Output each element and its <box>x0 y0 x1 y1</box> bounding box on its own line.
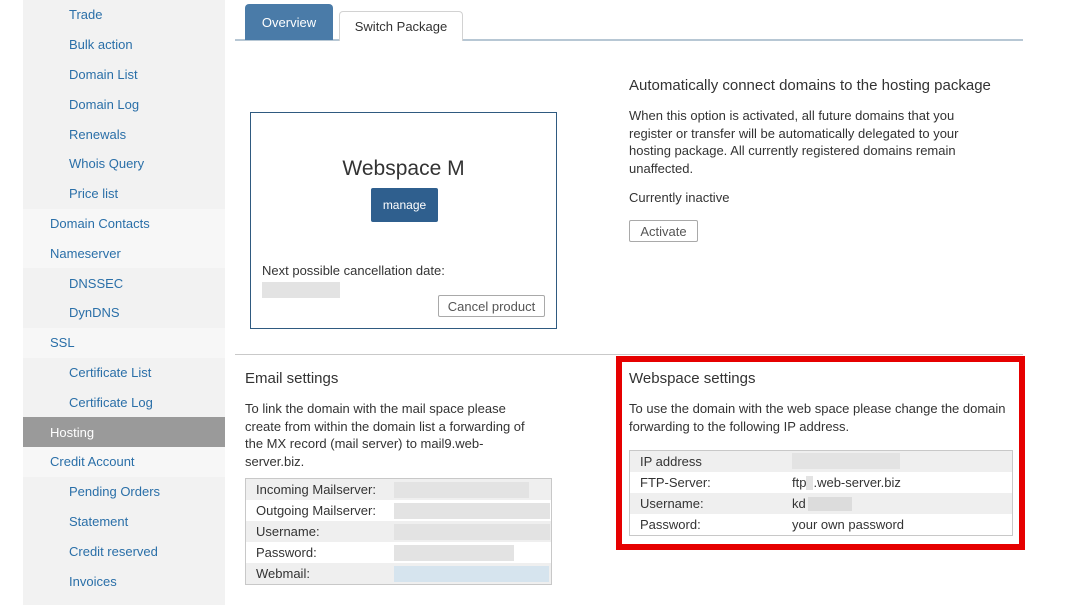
table-row: Password: <box>246 542 551 563</box>
sidebar-item-invoices[interactable]: Invoices <box>23 566 225 596</box>
package-card: Webspace M manage Next possible cancella… <box>250 112 557 329</box>
text-line: the MX record (mail server) to mail9.web… <box>245 436 484 451</box>
redacted-webmail-link <box>394 566 549 582</box>
sidebar-item-ssl[interactable]: SSL <box>23 327 225 358</box>
redacted-cancellation-date <box>262 282 340 298</box>
tab-switch-package[interactable]: Switch Package <box>339 11 463 41</box>
sidebar-item-pending-orders[interactable]: Pending Orders <box>23 476 225 507</box>
email-settings-description: To link the domain with the mail space p… <box>245 400 575 470</box>
sidebar-item-dyndns[interactable]: DynDNS <box>23 297 225 328</box>
sidebar-item-whois-query[interactable]: Whois Query <box>23 148 225 179</box>
sidebar-item-credit-reserved[interactable]: Credit reserved <box>23 536 225 567</box>
auto-connect-title: Automatically connect domains to the hos… <box>629 77 991 94</box>
text-line: create from within the domain list a for… <box>245 418 525 434</box>
redacted-value <box>394 503 550 519</box>
webmail-label: Webmail: <box>256 566 310 581</box>
text-line: server.biz. <box>245 453 305 469</box>
table-row: Incoming Mailserver: <box>246 479 551 500</box>
table-row: Username: <box>246 521 551 542</box>
sidebar-item-certificate-log[interactable]: Certificate Log <box>23 387 225 418</box>
sidebar-item-domain-log[interactable]: Domain Log <box>23 89 225 120</box>
sidebar-item-dnssec[interactable]: DNSSEC <box>23 268 225 298</box>
highlight-box <box>616 356 1025 550</box>
sidebar-item-domain-contacts[interactable]: Domain Contacts <box>23 208 225 239</box>
sidebar-item-nameserver[interactable]: Nameserver <box>23 238 225 269</box>
email-username-label: Username: <box>256 524 320 539</box>
section-divider <box>235 354 1023 355</box>
auto-connect-description: When this option is activated, all futur… <box>629 107 1019 177</box>
manage-button[interactable]: manage <box>371 188 438 222</box>
cancellation-date-label: Next possible cancellation date: <box>262 263 445 278</box>
text-line: unaffected. <box>629 160 694 176</box>
table-row: Webmail: <box>246 563 551 584</box>
email-password-label: Password: <box>256 545 317 560</box>
text-line: To link the domain with the mail space p… <box>245 401 506 416</box>
cancel-product-button[interactable]: Cancel product <box>438 295 545 317</box>
email-settings-table: Incoming Mailserver: Outgoing Mailserver… <box>245 478 552 585</box>
incoming-mailserver-label: Incoming Mailserver: <box>256 482 376 497</box>
sidebar-item-bulk-action[interactable]: Bulk action <box>23 29 225 60</box>
table-row: Outgoing Mailserver: <box>246 500 551 521</box>
tab-bar: Overview Switch Package <box>235 4 1023 41</box>
redacted-value <box>394 545 514 561</box>
auto-connect-status: Currently inactive <box>629 190 730 205</box>
tab-overview[interactable]: Overview <box>245 4 333 40</box>
sidebar-nav: Trade Bulk action Domain List Domain Log Ren… <box>23 0 225 605</box>
text-line: register or transfer will be automatical… <box>629 125 959 141</box>
outgoing-mailserver-label: Outgoing Mailserver: <box>256 503 376 518</box>
package-name: Webspace M <box>342 157 465 180</box>
text-line: When this option is activated, all futur… <box>629 108 955 123</box>
sidebar-item-certificate-list[interactable]: Certificate List <box>23 357 225 388</box>
text-line: hosting package. All currently registere… <box>629 143 956 158</box>
sidebar-item-credit-account[interactable]: Credit Account <box>23 446 225 477</box>
redacted-value <box>394 482 529 498</box>
activate-button[interactable]: Activate <box>629 220 698 242</box>
redacted-value <box>394 524 550 540</box>
sidebar-item-domain-list[interactable]: Domain List <box>23 59 225 90</box>
sidebar-item-statement[interactable]: Statement <box>23 506 225 537</box>
sidebar-item-trade[interactable]: Trade <box>23 0 225 30</box>
sidebar-item-renewals[interactable]: Renewals <box>23 119 225 149</box>
sidebar-item-hosting[interactable]: Hosting <box>23 417 225 447</box>
email-settings-title: Email settings <box>245 370 339 387</box>
sidebar-item-price-list[interactable]: Price list <box>23 178 225 209</box>
